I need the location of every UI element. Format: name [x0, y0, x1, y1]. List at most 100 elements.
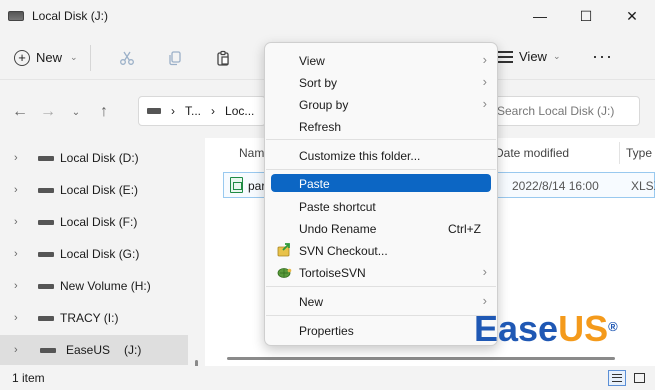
scissors-icon — [119, 51, 134, 65]
sidebar-item-local-disk-e[interactable]: › Local Disk (E:) — [0, 175, 188, 205]
menu-item-label: View — [299, 54, 325, 68]
chevron-right-icon: › — [482, 293, 487, 308]
search-input[interactable]: Search Local Disk (J:) — [480, 96, 640, 126]
tortoisesvn-icon — [277, 268, 292, 278]
menu-item-label: Refresh — [299, 120, 342, 134]
menu-item-paste[interactable]: Paste — [271, 174, 491, 192]
drive-icon — [38, 315, 54, 321]
menu-item-label: TortoiseSVN — [299, 266, 366, 280]
file-date: 2022/8/14 16:00 — [512, 179, 599, 193]
menu-item-label: Paste — [299, 177, 330, 191]
maximize-button[interactable]: ☐ — [563, 0, 609, 32]
paste-button[interactable] — [199, 50, 247, 66]
column-header-date[interactable]: Date modified — [495, 146, 569, 160]
sidebar-item-label: EaseUS — [66, 343, 111, 357]
sidebar-item-label: Local Disk (D:) — [60, 151, 139, 165]
menu-item-properties[interactable]: Properties — [271, 320, 491, 340]
drive-icon — [38, 155, 54, 161]
copy-icon — [168, 50, 181, 65]
breadcrumb-segment[interactable]: T... — [185, 104, 201, 118]
drive-icon — [38, 283, 54, 289]
menu-item-label: Paste shortcut — [299, 200, 376, 214]
drive-icon — [38, 251, 54, 257]
chevron-right-icon[interactable]: › — [14, 216, 34, 228]
view-label: View — [519, 49, 547, 64]
breadcrumb-segment[interactable]: Loc... — [225, 104, 254, 118]
item-count: 1 item — [12, 371, 45, 385]
chevron-right-icon[interactable]: › — [14, 344, 34, 356]
drive-icon — [40, 347, 56, 353]
sidebar-item-label: Local Disk (G:) — [60, 247, 140, 261]
details-view-button[interactable] — [608, 370, 626, 386]
chevron-right-icon: › — [482, 264, 487, 279]
menu-item-undo-rename[interactable]: Undo Rename Ctrl+Z — [271, 218, 491, 238]
menu-item-label: Customize this folder... — [299, 149, 421, 163]
menu-item-shortcut: Ctrl+Z — [448, 222, 481, 236]
sidebar-item-local-disk-d[interactable]: › Local Disk (D:) — [0, 143, 188, 173]
tiles-view-icon — [633, 373, 645, 383]
easeus-logo: EaseUS® — [474, 309, 618, 349]
minimize-button[interactable]: — — [517, 0, 563, 32]
menu-item-paste-shortcut[interactable]: Paste shortcut — [271, 196, 491, 216]
menu-item-label: Properties — [299, 324, 354, 338]
horizontal-scrollbar[interactable] — [227, 357, 615, 360]
close-button[interactable]: ✕ — [609, 0, 655, 32]
forward-arrow-icon[interactable]: → — [34, 103, 62, 121]
tiles-view-button[interactable] — [630, 370, 648, 386]
chevron-right-icon[interactable]: › — [14, 280, 34, 292]
menu-item-label: SVN Checkout... — [299, 244, 388, 258]
column-divider[interactable] — [619, 142, 620, 164]
menu-item-refresh[interactable]: Refresh — [271, 116, 491, 136]
recent-locations-chevron-icon[interactable]: ⌄ — [62, 107, 90, 118]
chevron-down-icon: ⌄ — [70, 52, 78, 62]
cut-button[interactable] — [103, 50, 151, 66]
menu-item-label: New — [299, 295, 324, 309]
svn-checkout-icon — [277, 243, 290, 257]
sidebar-item-drive-letter: (J:) — [124, 343, 142, 357]
logo-text-us: US — [558, 308, 609, 349]
sidebar-item-tracy-i[interactable]: › TRACY (I:) — [0, 303, 188, 333]
chevron-right-icon: › — [482, 52, 487, 67]
sidebar-item-local-disk-f[interactable]: › Local Disk (F:) — [0, 207, 188, 237]
breadcrumb-separator: › — [211, 104, 216, 118]
menu-separator — [266, 286, 496, 287]
address-bar[interactable]: › T... › Loc... — [138, 96, 266, 126]
registered-mark: ® — [608, 319, 618, 334]
new-button[interactable]: + New ⌄ — [14, 49, 78, 66]
copy-button[interactable] — [151, 50, 199, 66]
menu-item-tortoisesvn[interactable]: TortoiseSVN › — [271, 262, 491, 282]
menu-item-view[interactable]: View › — [271, 50, 491, 70]
chevron-right-icon[interactable]: › — [14, 184, 34, 196]
menu-item-label: Undo Rename — [299, 222, 377, 236]
drive-icon — [38, 187, 54, 193]
menu-separator — [266, 315, 496, 316]
chevron-right-icon: › — [482, 96, 487, 111]
new-label: New — [36, 50, 63, 65]
menu-separator — [266, 139, 496, 140]
sidebar-item-easeus-j[interactable]: › EaseUS (J:) — [0, 335, 188, 365]
back-arrow-icon[interactable]: ← — [6, 103, 34, 121]
menu-item-new[interactable]: New › — [271, 291, 491, 311]
more-options-button[interactable]: ··· — [592, 46, 613, 67]
menu-item-svn-checkout[interactable]: SVN Checkout... — [271, 240, 491, 260]
clipboard-icon — [216, 50, 229, 66]
sidebar-item-new-volume-h[interactable]: › New Volume (H:) — [0, 271, 188, 301]
excel-file-icon — [230, 177, 243, 193]
navigation-pane: › Local Disk (D:) › Local Disk (E:) › Lo… — [0, 138, 200, 382]
drive-icon — [147, 108, 161, 114]
menu-item-sort-by[interactable]: Sort by › — [271, 72, 491, 92]
menu-item-group-by[interactable]: Group by › — [271, 94, 491, 114]
sidebar-item-label: Local Disk (F:) — [60, 215, 138, 229]
sidebar-item-label: Local Disk (E:) — [60, 183, 139, 197]
column-header-type[interactable]: Type — [626, 146, 652, 160]
sidebar-item-local-disk-g[interactable]: › Local Disk (G:) — [0, 239, 188, 269]
menu-item-customize-folder[interactable]: Customize this folder... — [271, 145, 491, 165]
up-arrow-icon[interactable]: ↑ — [90, 103, 118, 121]
chevron-right-icon[interactable]: › — [14, 248, 34, 260]
details-view-icon — [612, 374, 622, 382]
view-menu-button[interactable]: View ⌄ — [497, 49, 561, 64]
sidebar-item-label: New Volume (H:) — [60, 279, 151, 293]
menu-item-label: Sort by — [299, 76, 338, 90]
chevron-right-icon[interactable]: › — [14, 312, 34, 324]
chevron-right-icon[interactable]: › — [14, 152, 34, 164]
